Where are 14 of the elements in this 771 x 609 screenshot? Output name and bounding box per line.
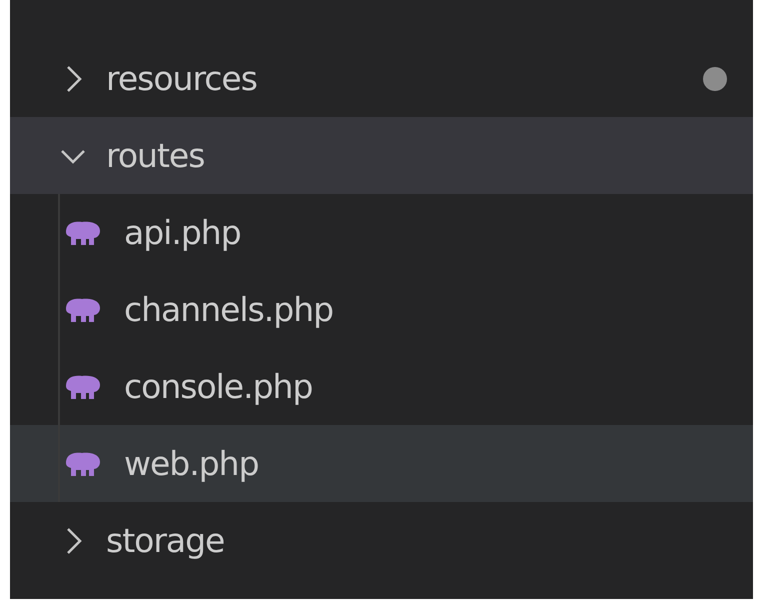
file-item[interactable]: web.php xyxy=(10,425,753,502)
file-item[interactable]: api.php xyxy=(10,194,753,271)
folder-name: routes xyxy=(106,136,204,175)
file-name: api.php xyxy=(124,213,241,252)
file-name: web.php xyxy=(124,444,259,483)
file-item[interactable]: channels.php xyxy=(10,271,753,348)
file-name: channels.php xyxy=(124,290,334,329)
folder-item[interactable]: routes xyxy=(10,117,753,194)
folder-item[interactable]: resources xyxy=(10,40,753,117)
folder-name: resources xyxy=(106,59,257,98)
folder-item[interactable]: storage xyxy=(10,502,753,579)
file-name: console.php xyxy=(124,367,312,406)
file-item[interactable]: console.php xyxy=(10,348,753,425)
folder-name: storage xyxy=(106,521,224,560)
